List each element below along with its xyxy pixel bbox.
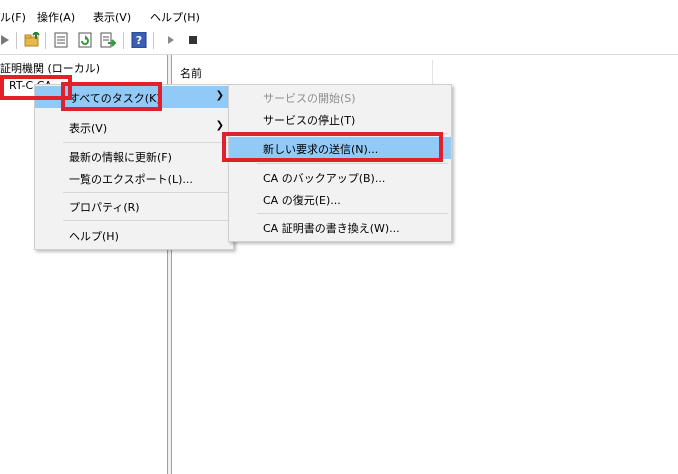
submenu-arrow-icon: ❯ xyxy=(215,120,224,131)
submenu-item-restore-ca[interactable]: CA の復元(E)... xyxy=(229,188,451,210)
menu-item-label: サービスの停止(T) xyxy=(263,114,356,127)
column-header-label: 名前 xyxy=(180,67,202,80)
menu-help[interactable]: ヘルプ(H) xyxy=(150,9,200,25)
menu-separator xyxy=(257,213,448,214)
menu-item-export-list[interactable]: 一覧のエクスポート(L)... xyxy=(35,167,233,189)
refresh-icon[interactable] xyxy=(77,32,93,48)
menu-bar: ル(F) 操作(A) 表示(V) ヘルプ(H) xyxy=(0,0,678,28)
menu-item-label: CA 証明書の書き換え(W)... xyxy=(263,222,400,235)
menu-item-label: 最新の情報に更新(F) xyxy=(69,151,172,164)
play-icon[interactable] xyxy=(163,32,179,48)
column-header-name[interactable]: 名前 xyxy=(172,60,433,84)
menu-separator xyxy=(63,192,230,193)
menu-file[interactable]: ル(F) xyxy=(0,9,26,25)
menu-item-label: プロパティ(R) xyxy=(69,201,140,214)
submenu-item-renew-ca-cert[interactable]: CA 証明書の書き換え(W)... xyxy=(229,216,451,238)
annotation-highlight-all-tasks xyxy=(61,82,162,111)
submenu-item-start-service[interactable]: サービスの開始(S) xyxy=(229,86,451,108)
menu-action[interactable]: 操作(A) xyxy=(37,9,75,25)
menu-item-refresh[interactable]: 最新の情報に更新(F) xyxy=(35,145,233,167)
properties-icon[interactable] xyxy=(53,32,69,48)
toolbar-separator xyxy=(153,32,154,49)
submenu-item-backup-ca[interactable]: CA のバックアップ(B)... xyxy=(229,166,451,188)
menu-item-label: CA のバックアップ(B)... xyxy=(263,172,386,185)
menu-item-properties[interactable]: プロパティ(R) xyxy=(35,195,233,217)
stop-icon[interactable] xyxy=(185,32,201,48)
menu-item-label: CA の復元(E)... xyxy=(263,194,341,207)
all-tasks-submenu: サービスの開始(S) サービスの停止(T) 新しい要求の送信(N)... CA … xyxy=(228,84,452,242)
menu-item-label: 表示(V) xyxy=(69,122,108,135)
submenu-arrow-icon: ❯ xyxy=(215,90,224,101)
menu-item-label: サービスの開始(S) xyxy=(263,92,356,105)
folder-up-icon[interactable] xyxy=(24,32,40,48)
menu-item-help[interactable]: ヘルプ(H) xyxy=(35,224,233,246)
menu-view[interactable]: 表示(V) xyxy=(93,9,131,25)
forward-icon[interactable] xyxy=(0,32,16,48)
menu-item-label: 一覧のエクスポート(L)... xyxy=(69,173,193,186)
menu-separator xyxy=(63,220,230,221)
submenu-item-stop-service[interactable]: サービスの停止(T) xyxy=(229,108,451,130)
menu-separator xyxy=(63,142,230,143)
menu-item-view[interactable]: 表示(V) ❯ xyxy=(35,116,233,138)
toolbar: ? xyxy=(0,28,678,55)
menu-item-label: ヘルプ(H) xyxy=(69,230,119,243)
menu-separator xyxy=(257,163,448,164)
export-list-icon[interactable] xyxy=(100,32,116,48)
toolbar-separator xyxy=(16,32,17,49)
toolbar-separator xyxy=(123,32,124,49)
annotation-highlight-new-request xyxy=(222,132,443,162)
toolbar-separator xyxy=(45,32,46,49)
svg-text:?: ? xyxy=(136,34,142,47)
help-icon[interactable]: ? xyxy=(131,32,147,48)
tree-root-node[interactable]: 証明機関 (ローカル) xyxy=(0,60,100,76)
